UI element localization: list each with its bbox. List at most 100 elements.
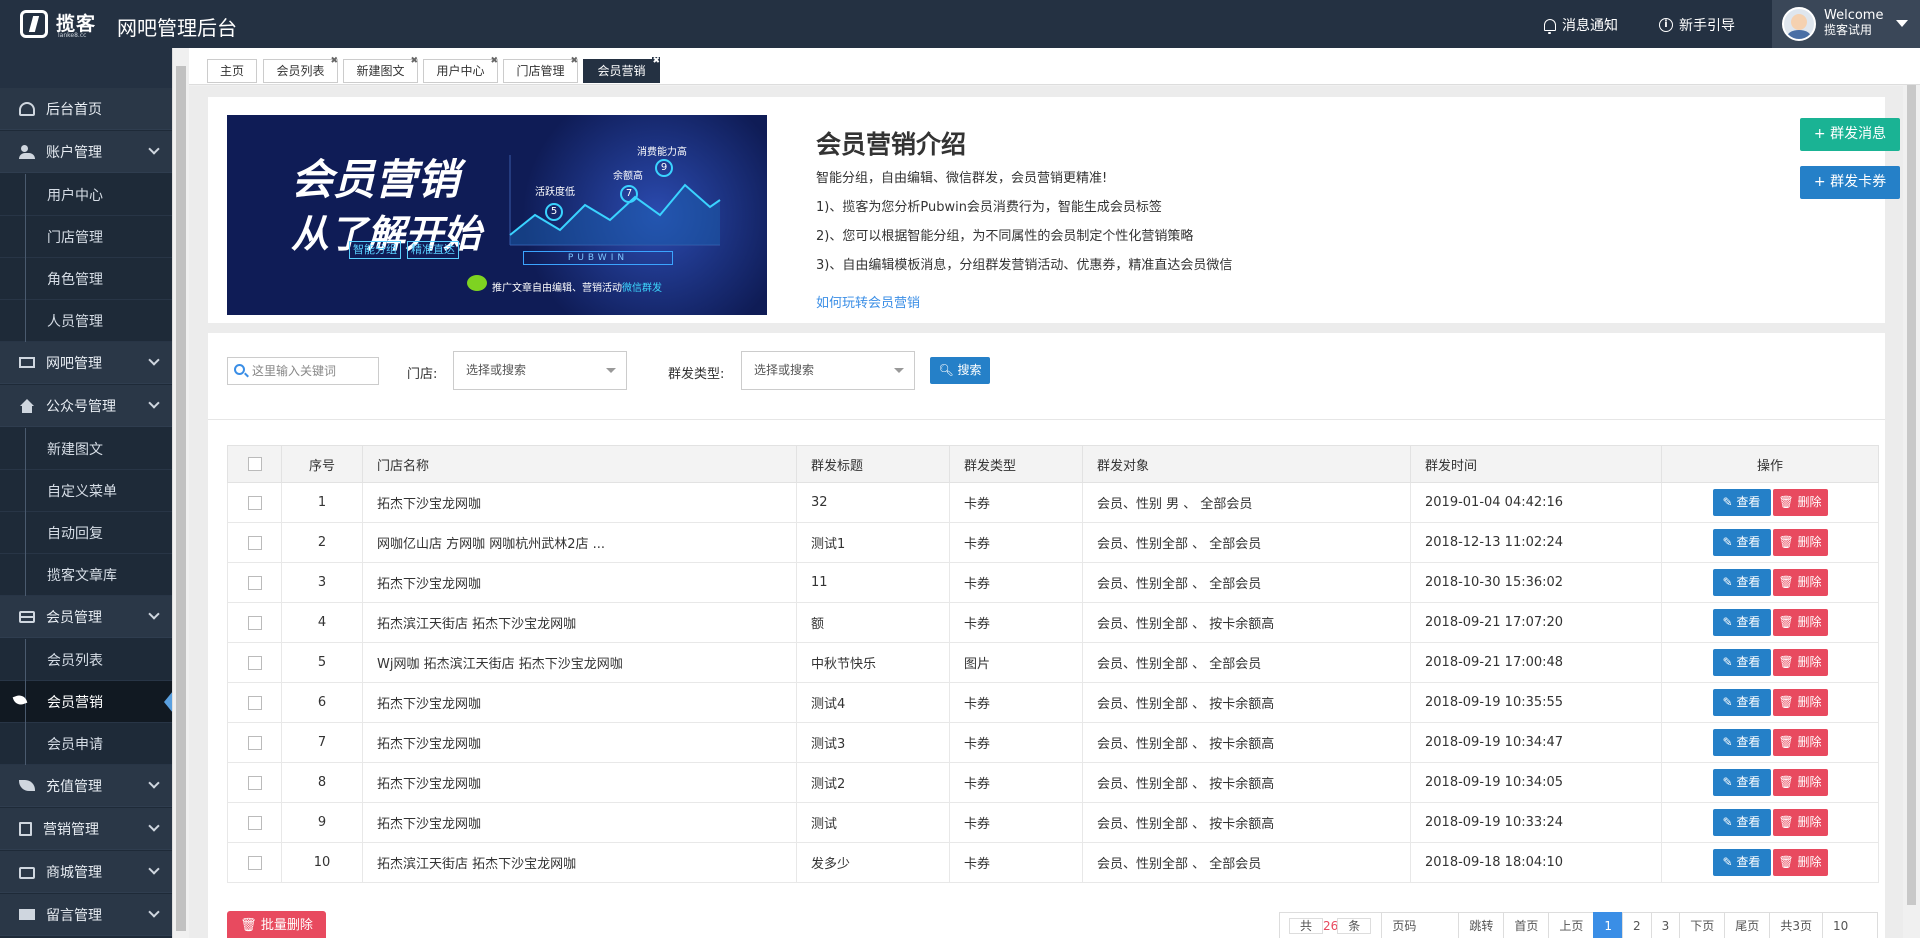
delete-button[interactable]: 🗑 删除 <box>1772 769 1828 796</box>
table-row[interactable]: 10 拓杰滨江天街店 拓杰下沙宝龙网咖 发多少 卡券 会员、性别全部 、 全部会员 201… <box>227 842 1879 883</box>
type-select[interactable]: 选择或搜索 <box>741 351 915 390</box>
logo[interactable]: 揽客 lanke8.cc <box>20 8 110 40</box>
jump-button[interactable]: 跳转 <box>1458 912 1505 938</box>
sidebar-item-recharge[interactable]: 充值管理 <box>0 765 172 807</box>
view-button[interactable]: ✎ 查看 <box>1712 489 1771 516</box>
content-scrollbar[interactable] <box>1903 85 1920 938</box>
sidebar-item-staff-management[interactable]: 人员管理 <box>0 300 172 342</box>
scrollbar-thumb[interactable] <box>1907 85 1916 905</box>
tab-member-marketing[interactable]: 会员营销 ✖ <box>583 57 660 83</box>
view-button[interactable]: ✎ 查看 <box>1712 529 1771 556</box>
sidebar-item-store-management[interactable]: 门店管理 <box>0 216 172 258</box>
user-menu[interactable]: Welcome 揽客试用 <box>1772 0 1920 48</box>
sidebar-item-messages[interactable]: 留言管理 <box>0 894 172 936</box>
close-icon[interactable]: ✖ <box>652 57 660 66</box>
row-checkbox[interactable] <box>247 855 262 870</box>
row-checkbox[interactable] <box>247 775 262 790</box>
sidebar-item-custom-menu[interactable]: 自定义菜单 <box>0 470 172 512</box>
sidebar-item-new-article[interactable]: 新建图文 <box>0 428 172 470</box>
sidebar-item-mall[interactable]: 商城管理 <box>0 851 172 893</box>
sidebar-item-netcafe[interactable]: 网吧管理 <box>0 342 172 384</box>
row-checkbox[interactable] <box>247 575 262 590</box>
delete-button[interactable]: 🗑 删除 <box>1772 609 1828 636</box>
view-button[interactable]: ✎ 查看 <box>1712 649 1771 676</box>
row-checkbox[interactable] <box>247 535 262 550</box>
column-header[interactable]: 序号 <box>281 445 363 483</box>
view-button[interactable]: ✎ 查看 <box>1712 729 1771 756</box>
delete-button[interactable]: 🗑 删除 <box>1772 729 1828 756</box>
tab-store-management[interactable]: 门店管理 ✖ <box>503 57 578 83</box>
view-button[interactable]: ✎ 查看 <box>1712 569 1771 596</box>
view-button[interactable]: ✎ 查看 <box>1712 809 1771 836</box>
close-icon[interactable]: ✖ <box>490 57 498 66</box>
delete-button[interactable]: 🗑 删除 <box>1772 649 1828 676</box>
table-row[interactable]: 6 拓杰下沙宝龙网咖 测试4 卡券 会员、性别全部 、 按卡余额高 2018-09-19 … <box>227 682 1879 723</box>
page-3-button[interactable]: 3 <box>1650 912 1681 938</box>
row-checkbox[interactable] <box>247 615 262 630</box>
how-to-link[interactable]: 如何玩转会员营销 <box>816 292 920 311</box>
sidebar-item-auto-reply[interactable]: 自动回复 <box>0 512 172 554</box>
sidebar-item-article-library[interactable]: 揽客文章库 <box>0 554 172 596</box>
select-all-checkbox[interactable] <box>247 457 262 471</box>
row-checkbox[interactable] <box>247 655 262 670</box>
page-1-button[interactable]: 1 <box>1593 912 1623 938</box>
column-header[interactable]: 门店名称 <box>362 445 797 483</box>
sidebar-item-user-center[interactable]: 用户中心 <box>0 174 172 216</box>
row-checkbox[interactable] <box>247 695 262 710</box>
table-row[interactable]: 7 拓杰下沙宝龙网咖 测试3 卡券 会员、性别全部 、 按卡余额高 2018-09-19 … <box>227 722 1879 763</box>
tab-new-article[interactable]: 新建图文 ✖ <box>343 57 418 83</box>
page-2-button[interactable]: 2 <box>1622 912 1652 938</box>
column-header[interactable]: 群发类型 <box>949 445 1083 483</box>
table-row[interactable]: 2 网咖亿山店 方网咖 网咖杭州武林2店 ... 测试1 卡券 会员、性别全部 、 全部… <box>227 522 1879 563</box>
delete-button[interactable]: 🗑 删除 <box>1772 569 1828 596</box>
broadcast-coupon-button[interactable]: + 群发卡券 <box>1800 166 1900 199</box>
column-header[interactable]: 群发时间 <box>1410 445 1662 483</box>
table-row[interactable]: 4 拓杰滨江天街店 拓杰下沙宝龙网咖额卡券 会员、性别全部 、 按卡余额高 2018-… <box>227 602 1879 643</box>
sidebar-item-accounts[interactable]: 账户管理 <box>0 131 172 173</box>
prev-page-button[interactable]: 上页 <box>1548 912 1595 938</box>
delete-button[interactable]: 🗑 删除 <box>1772 849 1828 876</box>
view-button[interactable]: ✎ 查看 <box>1712 849 1771 876</box>
search-input[interactable]: 这里输入关键词 <box>227 357 379 385</box>
scrollbar-thumb[interactable] <box>176 66 186 931</box>
table-row[interactable]: 1 拓杰下沙宝龙网咖 32 卡券 会员、性别 男 、 全部会员 2019-01-04 04… <box>227 482 1879 523</box>
table-row[interactable]: 3 拓杰下沙宝龙网咖 11 卡券 会员、性别全部 、 全部会员 2018-10-30 15… <box>227 562 1879 603</box>
sidebar-item-members[interactable]: 会员管理 <box>0 596 172 638</box>
batch-delete-button[interactable]: 🗑 批量删除 <box>227 911 326 938</box>
close-icon[interactable]: ✖ <box>410 57 418 66</box>
delete-button[interactable]: 🗑 删除 <box>1772 689 1828 716</box>
next-page-button[interactable]: 下页 <box>1679 912 1726 938</box>
sidebar-item-member-application[interactable]: 会员申请 <box>0 723 172 765</box>
sidebar-item-role-management[interactable]: 角色管理 <box>0 258 172 300</box>
delete-button[interactable]: 🗑 删除 <box>1772 529 1828 556</box>
tab-home[interactable]: 主页 <box>207 59 257 83</box>
close-icon[interactable]: ✖ <box>330 57 338 66</box>
tab-user-center[interactable]: 用户中心 ✖ <box>423 57 498 83</box>
sidebar-item-member-list[interactable]: 会员列表 <box>0 639 172 681</box>
column-header[interactable]: 群发对象 <box>1082 445 1411 483</box>
page-number-input[interactable]: 页码 <box>1381 912 1460 938</box>
sidebar-item-marketing[interactable]: 营销管理 <box>0 808 172 850</box>
row-checkbox[interactable] <box>247 495 262 510</box>
view-button[interactable]: ✎ 查看 <box>1712 689 1771 716</box>
row-checkbox[interactable] <box>247 735 262 750</box>
page-size-select[interactable]: 10 <box>1821 912 1878 938</box>
delete-button[interactable]: 🗑 删除 <box>1772 809 1828 836</box>
view-button[interactable]: ✎ 查看 <box>1712 609 1771 636</box>
search-button[interactable]: 🔍︎ 搜索 <box>930 357 990 384</box>
table-row[interactable]: 8 拓杰下沙宝龙网咖 测试2 卡券 会员、性别全部 、 按卡余额高 2018-09-19 … <box>227 762 1879 803</box>
view-button[interactable]: ✎ 查看 <box>1712 769 1771 796</box>
sidebar-scrollbar[interactable] <box>172 48 189 938</box>
first-page-button[interactable]: 首页 <box>1503 912 1550 938</box>
broadcast-message-button[interactable]: + 群发消息 <box>1800 118 1900 151</box>
sidebar-item-official-account[interactable]: 公众号管理 <box>0 385 172 427</box>
sidebar-item-member-marketing[interactable]: 会员营销 <box>0 681 173 723</box>
last-page-button[interactable]: 尾页 <box>1724 912 1771 938</box>
row-checkbox[interactable] <box>247 815 262 830</box>
tab-member-list[interactable]: 会员列表 ✖ <box>263 57 338 83</box>
table-row[interactable]: 5 Wj网咖 拓杰滨江天街店 拓杰下沙宝龙网咖 中秋节快乐 图片 会员、性别全部 、 全… <box>227 642 1879 683</box>
close-icon[interactable]: ✖ <box>570 57 578 66</box>
column-header[interactable]: 群发标题 <box>796 445 950 483</box>
delete-button[interactable]: 🗑 删除 <box>1772 489 1828 516</box>
store-select[interactable]: 选择或搜索 <box>453 351 627 390</box>
